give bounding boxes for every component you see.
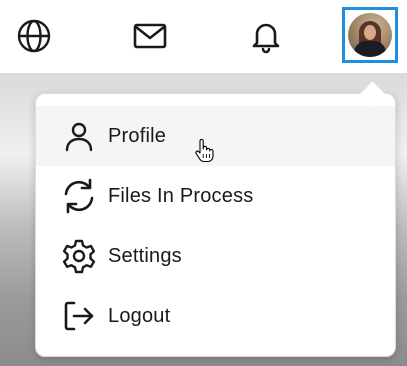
menu-item-label: Logout — [108, 304, 171, 327]
refresh-icon — [60, 177, 98, 215]
menu-item-label: Profile — [108, 124, 167, 147]
bell-icon[interactable] — [248, 18, 284, 54]
user-dropdown-menu: Profile Files In Process Settings Logout — [35, 93, 396, 357]
hand-cursor-icon — [194, 138, 216, 163]
menu-item-files-in-process[interactable]: Files In Process — [36, 166, 395, 226]
avatar-button[interactable] — [342, 7, 398, 63]
menu-item-settings[interactable]: Settings — [36, 226, 395, 286]
top-bar — [0, 0, 407, 73]
menu-item-logout[interactable]: Logout — [36, 286, 395, 346]
globe-icon[interactable] — [16, 18, 52, 54]
gear-icon — [60, 237, 98, 275]
mail-icon[interactable] — [132, 18, 168, 54]
menu-item-label: Settings — [108, 244, 182, 267]
menu-item-label: Files In Process — [108, 184, 254, 207]
logout-icon — [60, 297, 98, 335]
page: Profile Files In Process Settings Logout — [0, 0, 407, 366]
user-icon — [60, 117, 98, 155]
avatar — [348, 13, 392, 57]
